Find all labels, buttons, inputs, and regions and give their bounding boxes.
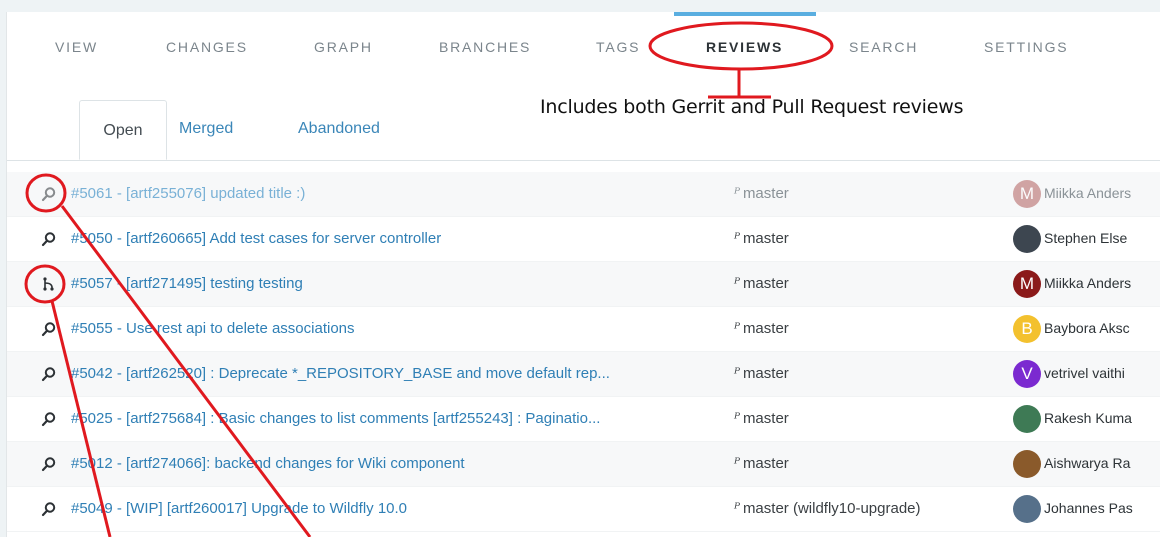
review-title-link[interactable]: #5042 - [artf262520] : Deprecate *_REPOS… bbox=[71, 365, 610, 382]
branch-name: master bbox=[742, 410, 789, 427]
search-icon bbox=[41, 501, 57, 517]
review-row[interactable]: #5025 - [artf275684] : Basic changes to … bbox=[7, 397, 1160, 442]
review-row[interactable]: #5050 - [artf260665] Add test cases for … bbox=[7, 217, 1160, 262]
avatar[interactable]: M bbox=[1013, 270, 1041, 298]
review-title-link[interactable]: #5061 - [artf255076] updated title :) bbox=[71, 185, 305, 202]
review-row[interactable]: #5049 - [WIP] [artf260017] Upgrade to Wi… bbox=[7, 487, 1160, 532]
review-branch: ᴾ master bbox=[734, 320, 789, 337]
repository-page: VIEW CHANGES GRAPH BRANCHES TAGS REVIEWS… bbox=[6, 12, 1160, 537]
review-title-link[interactable]: #5012 - [artf274066]: backend changes fo… bbox=[71, 455, 465, 472]
search-icon bbox=[41, 366, 57, 382]
search-icon bbox=[41, 411, 57, 427]
branch-icon: ᴾ bbox=[734, 186, 740, 202]
review-author[interactable]: Miikka Anders bbox=[1044, 185, 1131, 201]
branch-icon: ᴾ bbox=[734, 231, 740, 247]
repository-nav: VIEW CHANGES GRAPH BRANCHES TAGS REVIEWS… bbox=[7, 12, 1160, 82]
nav-tab-view[interactable]: VIEW bbox=[55, 39, 98, 55]
avatar[interactable]: B bbox=[1013, 315, 1041, 343]
annotation-note: Includes both Gerrit and Pull Request re… bbox=[540, 96, 964, 118]
active-tab-indicator bbox=[674, 12, 816, 16]
branch-name: master bbox=[742, 455, 789, 472]
search-icon bbox=[41, 231, 57, 247]
review-title-link[interactable]: #5057 - [artf271495] testing testing bbox=[71, 275, 303, 292]
review-branch: ᴾ master bbox=[734, 455, 789, 472]
tab-abandoned[interactable]: Abandoned bbox=[298, 120, 380, 138]
branch-icon: ᴾ bbox=[734, 456, 740, 472]
review-author[interactable]: Aishwarya Ra bbox=[1044, 455, 1130, 471]
nav-tab-reviews[interactable]: REVIEWS bbox=[706, 39, 783, 55]
avatar[interactable] bbox=[1013, 405, 1041, 433]
review-author[interactable]: Rakesh Kuma bbox=[1044, 410, 1132, 426]
nav-tab-settings[interactable]: SETTINGS bbox=[984, 39, 1068, 55]
review-author[interactable]: vetrivel vaithi bbox=[1044, 365, 1125, 381]
review-branch: ᴾ master bbox=[734, 410, 789, 427]
search-icon bbox=[41, 456, 57, 472]
branch-name: master bbox=[742, 230, 789, 247]
nav-tab-branches[interactable]: BRANCHES bbox=[439, 39, 531, 55]
review-row[interactable]: #5057 - [artf271495] testing testing ᴾ ma… bbox=[7, 262, 1160, 307]
review-row[interactable]: #5055 - Use rest api to delete associati… bbox=[7, 307, 1160, 352]
review-row[interactable]: #5042 - [artf262520] : Deprecate *_REPOS… bbox=[7, 352, 1160, 397]
branch-name: master bbox=[742, 365, 789, 382]
git-pull-request-icon bbox=[41, 276, 57, 292]
avatar[interactable] bbox=[1013, 225, 1041, 253]
review-branch: ᴾ master bbox=[734, 365, 789, 382]
branch-name: master bbox=[742, 275, 789, 292]
branch-icon: ᴾ bbox=[734, 501, 740, 517]
search-icon bbox=[41, 321, 57, 337]
review-author[interactable]: Baybora Aksc bbox=[1044, 320, 1130, 336]
branch-icon: ᴾ bbox=[734, 366, 740, 382]
review-title-link[interactable]: #5055 - Use rest api to delete associati… bbox=[71, 320, 355, 337]
nav-tab-search[interactable]: SEARCH bbox=[849, 39, 918, 55]
review-row[interactable]: #5061 - [artf255076] updated title :) ᴾm… bbox=[7, 172, 1160, 217]
branch-icon: ᴾ bbox=[734, 321, 740, 337]
review-author[interactable]: Johannes Pas bbox=[1044, 500, 1133, 516]
review-title-link[interactable]: #5050 - [artf260665] Add test cases for … bbox=[71, 230, 441, 247]
review-branch: ᴾ master bbox=[734, 230, 789, 247]
search-icon bbox=[41, 186, 57, 202]
nav-tab-tags[interactable]: TAGS bbox=[596, 39, 640, 55]
review-author[interactable]: Miikka Anders bbox=[1044, 275, 1131, 291]
branch-icon: ᴾ bbox=[734, 276, 740, 292]
avatar[interactable]: M bbox=[1013, 180, 1041, 208]
branch-name: master bbox=[742, 185, 789, 202]
avatar[interactable] bbox=[1013, 495, 1041, 523]
avatar[interactable]: V bbox=[1013, 360, 1041, 388]
branch-icon: ᴾ bbox=[734, 411, 740, 427]
review-branch: ᴾ master (wildfly10-upgrade) bbox=[734, 500, 921, 517]
tab-open[interactable]: Open bbox=[79, 100, 167, 160]
tab-merged[interactable]: Merged bbox=[179, 120, 233, 138]
review-list: #5061 - [artf255076] updated title :) ᴾm… bbox=[7, 172, 1160, 532]
review-title-link[interactable]: #5025 - [artf275684] : Basic changes to … bbox=[71, 410, 600, 427]
screenshot-canvas: VIEW CHANGES GRAPH BRANCHES TAGS REVIEWS… bbox=[0, 0, 1160, 537]
review-branch: ᴾ master bbox=[734, 275, 789, 292]
review-row[interactable]: #5012 - [artf274066]: backend changes fo… bbox=[7, 442, 1160, 487]
nav-tab-graph[interactable]: GRAPH bbox=[314, 39, 373, 55]
review-author[interactable]: Stephen Else bbox=[1044, 230, 1127, 246]
nav-tab-changes[interactable]: CHANGES bbox=[166, 39, 248, 55]
review-branch: ᴾ master bbox=[734, 185, 789, 202]
branch-name: master (wildfly10-upgrade) bbox=[742, 500, 921, 517]
review-title-link[interactable]: #5049 - [WIP] [artf260017] Upgrade to Wi… bbox=[71, 500, 407, 517]
branch-name: master bbox=[742, 320, 789, 337]
avatar[interactable] bbox=[1013, 450, 1041, 478]
